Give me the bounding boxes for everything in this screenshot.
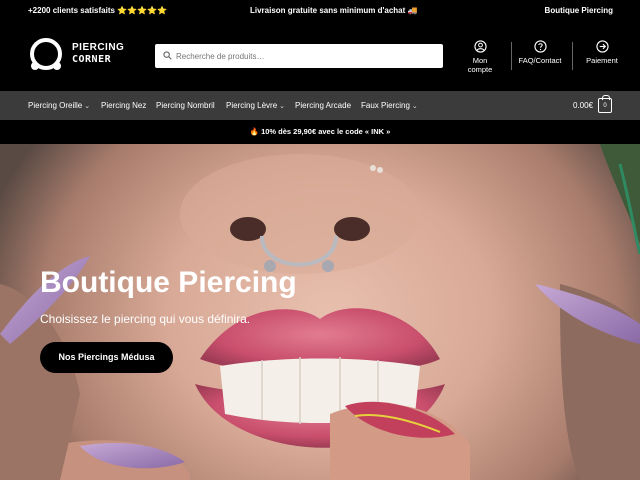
chevron-down-icon: ⌄ [84,103,91,110]
chevron-down-icon: ⌄ [279,103,286,110]
account-link-label: Mon compte [467,56,493,74]
payment-link[interactable]: Paiement [580,40,624,65]
nav-item-label: Piercing Nez [101,101,147,110]
logo-wordmark: PIERCING CORNER [72,42,124,66]
site-logo[interactable]: PIERCING CORNER [30,36,130,72]
logo-ball-right [53,62,61,70]
site-header: PIERCING CORNER Mon compte FAQ/C [0,22,640,91]
nav-item-piercing-arcade[interactable]: Piercing Arcade [295,101,351,110]
account-link[interactable]: Mon compte [460,40,500,74]
hero-cta-button[interactable]: Nos Piercings Médusa [40,342,173,373]
logo-ball-left [31,62,39,70]
faq-contact-link[interactable]: FAQ/Contact [518,40,562,65]
cart-bag-icon[interactable]: 0 [598,95,612,113]
logo-line-1: PIERCING [72,42,125,53]
nav-item-label: Piercing Arcade [295,101,352,110]
topbar-satisfied-clients: +2200 clients satisfaits ⭐⭐⭐⭐⭐ [28,6,167,15]
cart-count: 0 [603,103,607,109]
nav-item-label: Piercing Lèvre [226,101,278,110]
search-input[interactable] [175,44,435,68]
hero-banner: Boutique Piercing Choisissez le piercing… [0,144,640,480]
nav-item-label: Piercing Nombril [156,101,215,110]
product-search [155,44,443,68]
promo-banner: 🔥 10% dès 29,90€ avec le code « INK » [0,120,640,144]
main-nav: Piercing Oreille ⌄ Piercing Nez Piercing … [0,91,640,120]
logo-line-2: CORNER [72,54,112,65]
faq-contact-label: FAQ/Contact [518,56,562,65]
search-icon [163,51,172,60]
nav-item-piercing-levre[interactable]: Piercing Lèvre ⌄ [226,101,285,110]
hero-title: Boutique Piercing [40,266,297,299]
nav-item-faux-piercing[interactable]: Faux Piercing ⌄ [361,101,418,110]
question-icon [533,40,547,53]
arrow-right-icon [595,40,609,53]
top-bar: +2200 clients satisfaits ⭐⭐⭐⭐⭐ Livraison… [0,0,640,22]
nav-item-label: Faux Piercing [361,101,410,110]
promo-text: 🔥 10% dès 29,90€ avec le code « INK » [249,127,391,136]
nav-item-piercing-nombril[interactable]: Piercing Nombril [156,101,215,110]
payment-label: Paiement [586,56,618,65]
nav-item-piercing-nez[interactable]: Piercing Nez [101,101,146,110]
nav-item-piercing-oreille[interactable]: Piercing Oreille ⌄ [28,101,90,110]
topbar-free-shipping: Livraison gratuite sans minimum d'achat … [250,6,418,15]
user-icon [473,40,487,53]
hero-subtitle: Choisissez le piercing qui vous définira… [40,312,251,326]
cart-total[interactable]: 0.00€ [573,101,593,110]
chevron-down-icon: ⌄ [411,103,418,110]
header-divider [572,42,573,70]
nav-item-label: Piercing Oreille [28,101,83,110]
topbar-shop-link[interactable]: Boutique Piercing [545,6,613,15]
header-divider [511,42,512,70]
